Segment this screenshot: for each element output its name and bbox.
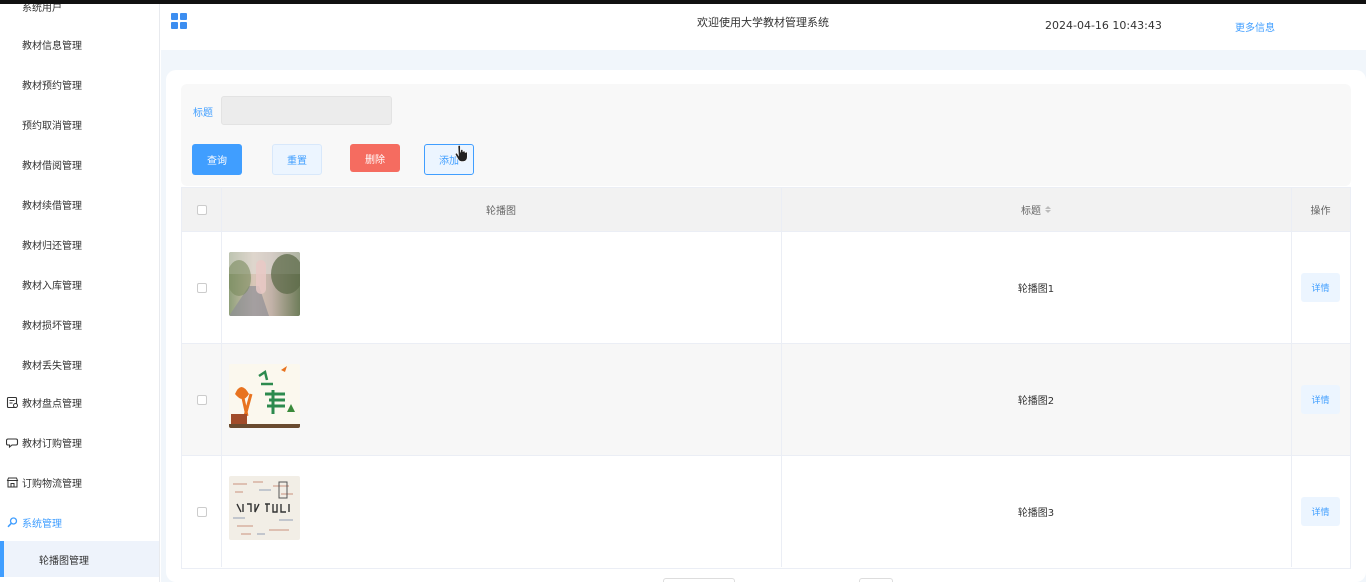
sidebar-item-label: 教材归还管理 — [22, 240, 82, 252]
detail-button[interactable]: 详情 — [1301, 497, 1340, 526]
sort-icon[interactable] — [1045, 206, 1051, 213]
sidebar-item-label: 系统用户 — [22, 4, 62, 14]
sidebar-item-label: 教材损坏管理 — [22, 320, 82, 332]
sidebar-item-reservation[interactable]: 教材预约管理 — [0, 66, 159, 102]
sidebar-item-borrow[interactable]: 教材借阅管理 — [0, 146, 159, 182]
query-button[interactable]: 查询 — [192, 144, 242, 175]
table-row: 轮播图1 详情 — [182, 231, 1350, 343]
sidebar-item-loss[interactable]: 教材丢失管理 — [0, 346, 159, 382]
delete-button[interactable]: 删除 — [350, 144, 400, 172]
sidebar: 系统用户 教材信息管理 教材预约管理 预约取消管理 教材借阅管理 教材续借管理 … — [0, 4, 160, 582]
sidebar-item-carousel[interactable]: 轮播图管理 — [0, 541, 159, 577]
sidebar-group-logistics[interactable]: 订购物流管理 — [0, 464, 159, 500]
sidebar-item-label: 教材入库管理 — [22, 280, 82, 292]
detail-button[interactable]: 详情 — [1301, 385, 1340, 414]
search-title-label: 标题 — [193, 108, 213, 119]
more-info-link[interactable]: 更多信息 — [1235, 19, 1275, 34]
carousel-image-thumbnail[interactable] — [229, 476, 300, 540]
sidebar-item-damage[interactable]: 教材损坏管理 — [0, 306, 159, 342]
sidebar-item-label: 教材订购管理 — [22, 438, 82, 450]
sidebar-item-label: 预约取消管理 — [22, 120, 82, 132]
sidebar-group-system[interactable]: 系统管理 — [0, 504, 159, 540]
chat-icon — [6, 436, 19, 449]
column-header-action: 操作 — [1291, 188, 1350, 231]
clipboard-icon — [6, 396, 19, 409]
grid-menu-icon[interactable] — [171, 13, 187, 29]
system-title: 欢迎使用大学教材管理系统 — [697, 16, 829, 29]
sidebar-item-system-users[interactable]: 系统用户 — [0, 4, 159, 24]
carousel-image-thumbnail[interactable] — [229, 252, 300, 316]
sidebar-item-label: 教材预约管理 — [22, 80, 82, 92]
sidebar-item-renew[interactable]: 教材续借管理 — [0, 186, 159, 222]
row-title: 轮播图3 — [1017, 508, 1055, 519]
divider — [1291, 188, 1292, 231]
divider — [781, 188, 782, 231]
row-checkbox[interactable] — [196, 394, 207, 405]
column-header-image: 轮播图 — [221, 188, 781, 231]
sidebar-item-return[interactable]: 教材归还管理 — [0, 226, 159, 262]
table-row: 轮播图3 详情 — [182, 455, 1350, 567]
divider — [221, 188, 222, 231]
column-header-title[interactable]: 标题 — [781, 188, 1291, 231]
sidebar-item-label: 教材盘点管理 — [22, 398, 82, 410]
column-header-label: 标题 — [1021, 206, 1041, 217]
sidebar-item-label: 教材丢失管理 — [22, 360, 82, 372]
row-checkbox[interactable] — [196, 282, 207, 293]
row-title: 轮播图2 — [1017, 396, 1055, 407]
search-icon — [6, 516, 19, 529]
carousel-image-thumbnail[interactable] — [229, 364, 300, 428]
sidebar-item-label: 订购物流管理 — [22, 478, 82, 490]
sidebar-group-inventory[interactable]: 教材盘点管理 — [0, 384, 159, 420]
sidebar-item-label: 教材续借管理 — [22, 200, 82, 212]
reset-button[interactable]: 重置 — [272, 144, 322, 175]
pagination-stub[interactable] — [663, 578, 735, 582]
column-header-label: 操作 — [1310, 206, 1331, 217]
sidebar-item-textbook-info[interactable]: 教材信息管理 — [0, 26, 159, 62]
sidebar-item-stock-in[interactable]: 教材入库管理 — [0, 266, 159, 302]
current-datetime: 2024-04-16 10:43:43 — [1045, 19, 1162, 32]
store-icon — [6, 476, 19, 489]
carousel-table: 轮播图 标题 操作 轮播图1 详情 轮播图2 详情 轮播图3 详情 — [181, 187, 1351, 569]
detail-button[interactable]: 详情 — [1301, 273, 1340, 302]
hand-cursor-icon — [455, 145, 468, 162]
row-title: 轮播图1 — [1017, 284, 1055, 295]
row-checkbox[interactable] — [196, 506, 207, 517]
sidebar-item-label: 教材信息管理 — [22, 40, 82, 52]
column-header-label: 轮播图 — [486, 206, 516, 217]
search-title-input[interactable] — [221, 96, 392, 125]
sidebar-item-label: 轮播图管理 — [39, 555, 89, 567]
sidebar-item-reservation-cancel[interactable]: 预约取消管理 — [0, 106, 159, 142]
select-all-header — [182, 188, 221, 231]
pagination-stub[interactable] — [859, 578, 893, 582]
top-header: 欢迎使用大学教材管理系统 2024-04-16 10:43:43 更多信息 — [161, 4, 1366, 50]
table-row: 轮播图2 详情 — [182, 343, 1350, 455]
sidebar-group-order[interactable]: 教材订购管理 — [0, 424, 159, 460]
sidebar-item-label: 系统管理 — [22, 518, 62, 530]
sidebar-item-label: 教材借阅管理 — [22, 160, 82, 172]
select-all-checkbox[interactable] — [196, 204, 207, 215]
